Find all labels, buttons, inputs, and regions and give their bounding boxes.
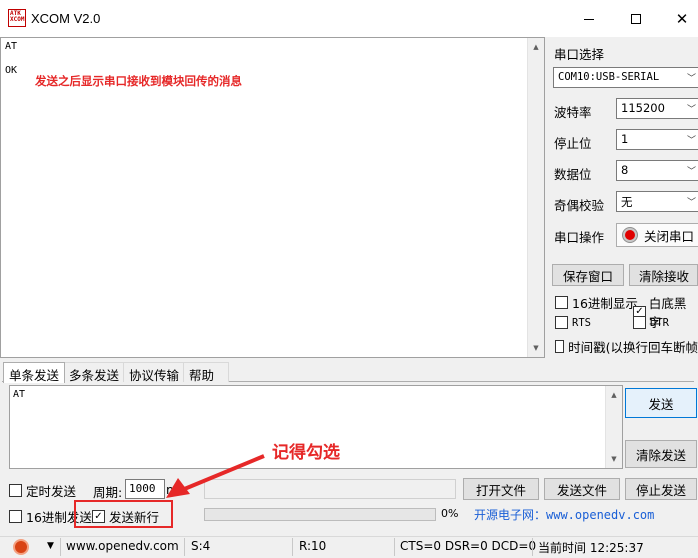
app-logo-icon: ATK XCOM	[8, 9, 26, 27]
data-bits-select[interactable]: 8 ﹀	[616, 160, 698, 181]
status-lines: CTS=0 DSR=0 DCD=0	[400, 539, 537, 553]
receive-line: OK	[5, 65, 18, 76]
save-window-button[interactable]: 保存窗口	[552, 264, 624, 286]
stop-send-button[interactable]: 停止发送	[625, 478, 697, 500]
minimize-icon	[584, 18, 594, 20]
stop-bits-value: 1	[621, 132, 629, 146]
chevron-down-icon: ﹀	[686, 105, 696, 115]
port-op-label: 串口操作	[554, 230, 605, 245]
scroll-down-icon[interactable]: ▼	[528, 340, 544, 356]
timed-send-checkbox[interactable]	[9, 484, 22, 497]
tab-multi-send[interactable]: 多条发送	[63, 362, 126, 383]
hex-send-checkbox[interactable]	[9, 510, 22, 523]
hex-display-checkbox[interactable]	[555, 296, 568, 309]
data-bits-value: 8	[621, 163, 629, 177]
send-progress-bar	[204, 508, 436, 521]
open-file-button[interactable]: 打开文件	[463, 478, 539, 500]
tab-single-send[interactable]: 单条发送	[3, 362, 66, 383]
stop-bits-label: 停止位	[554, 136, 592, 151]
status-separator	[532, 538, 533, 556]
scroll-up-icon[interactable]: ▲	[606, 387, 622, 403]
timestamp-option[interactable]: 时间戳(以换行回车断帧	[555, 337, 698, 356]
website-link[interactable]: 开源电子网：www.openedv.com	[474, 506, 654, 523]
send-button[interactable]: 发送	[625, 388, 697, 418]
status-separator	[184, 538, 185, 556]
settings-gear-icon[interactable]	[13, 539, 29, 555]
window-title: XCOM V2.0	[31, 11, 101, 26]
receive-textarea[interactable]: AT OK 发送之后显示串口接收到模块回传的消息 ▲ ▼	[0, 37, 545, 358]
baud-select[interactable]: 115200 ﹀	[616, 98, 698, 119]
hex-display-option[interactable]: 16进制显示	[555, 293, 638, 312]
rts-label: RTS	[572, 316, 591, 329]
send-text: AT	[13, 389, 26, 400]
send-scrollbar[interactable]: ▲ ▼	[605, 386, 622, 468]
rts-checkbox[interactable]	[555, 316, 568, 329]
timed-send-option[interactable]: 定时发送	[9, 481, 76, 500]
maximize-button[interactable]	[613, 4, 659, 34]
dropdown-arrow-icon[interactable]: ▼	[47, 541, 54, 551]
dtr-checkbox[interactable]	[633, 316, 646, 329]
close-port-button[interactable]: 关闭串口	[616, 223, 698, 247]
dtr-label: DTR	[650, 316, 669, 329]
progress-percent: 0%	[441, 507, 459, 520]
status-time: 当前时间 12:25:37	[538, 541, 644, 555]
chevron-down-icon: ﹀	[686, 74, 696, 84]
status-separator	[292, 538, 293, 556]
chevron-down-icon: ﹀	[686, 136, 696, 146]
receive-annotation: 发送之后显示串口接收到模块回传的消息	[35, 74, 242, 88]
timestamp-checkbox[interactable]	[555, 340, 565, 353]
title-bar: ATK XCOM XCOM V2.0 ✕	[0, 0, 698, 37]
annotation-arrow-icon	[166, 454, 265, 498]
status-separator	[394, 538, 395, 556]
period-label: 周期:	[93, 485, 123, 500]
clear-receive-button[interactable]: 清除接收	[629, 264, 698, 286]
tab-help[interactable]: 帮助	[183, 362, 229, 383]
baud-value: 115200	[621, 101, 665, 115]
chevron-down-icon: ﹀	[686, 167, 696, 177]
tab-protocol[interactable]: 协议传输	[123, 362, 186, 383]
send-file-button[interactable]: 发送文件	[544, 478, 620, 500]
timed-send-label: 定时发送	[26, 484, 77, 499]
port-value: COM10:USB-SERIAL	[558, 71, 660, 83]
status-url[interactable]: www.openedv.com	[66, 539, 179, 553]
chevron-down-icon: ﹀	[686, 198, 696, 208]
port-select[interactable]: COM10:USB-SERIAL ﹀	[553, 67, 698, 88]
status-received: R:10	[299, 539, 327, 553]
scroll-up-icon[interactable]: ▲	[528, 39, 544, 55]
parity-label: 奇偶校验	[554, 198, 605, 213]
app-logo-text: ATK XCOM	[8, 9, 26, 27]
close-button[interactable]: ✕	[659, 4, 698, 34]
maximize-icon	[631, 14, 641, 24]
close-icon: ✕	[675, 10, 689, 28]
highlight-box	[74, 500, 173, 528]
data-bits-label: 数据位	[554, 167, 592, 182]
status-sent: S:4	[191, 539, 211, 553]
parity-select[interactable]: 无 ﹀	[616, 191, 698, 212]
scroll-down-icon[interactable]: ▼	[606, 451, 622, 467]
baud-label: 波特率	[554, 105, 592, 120]
port-status-icon	[623, 228, 637, 242]
period-input[interactable]: 1000	[125, 479, 165, 499]
receive-line: AT	[5, 41, 18, 52]
parity-value: 无	[621, 195, 633, 209]
timestamp-label: 时间戳(以换行回车断帧	[568, 340, 698, 355]
rts-option[interactable]: RTS	[555, 316, 591, 329]
close-port-label: 关闭串口	[644, 228, 695, 244]
port-label: 串口选择	[554, 47, 605, 62]
hex-display-label: 16进制显示	[572, 296, 638, 311]
dtr-option[interactable]: DTR	[633, 316, 669, 329]
stop-bits-select[interactable]: 1 ﹀	[616, 129, 698, 150]
status-separator	[60, 538, 61, 556]
minimize-button[interactable]	[566, 4, 612, 34]
receive-scrollbar[interactable]: ▲ ▼	[527, 38, 544, 357]
check-reminder-annotation: 记得勾选	[272, 443, 340, 463]
clear-send-button[interactable]: 清除发送	[625, 440, 697, 468]
